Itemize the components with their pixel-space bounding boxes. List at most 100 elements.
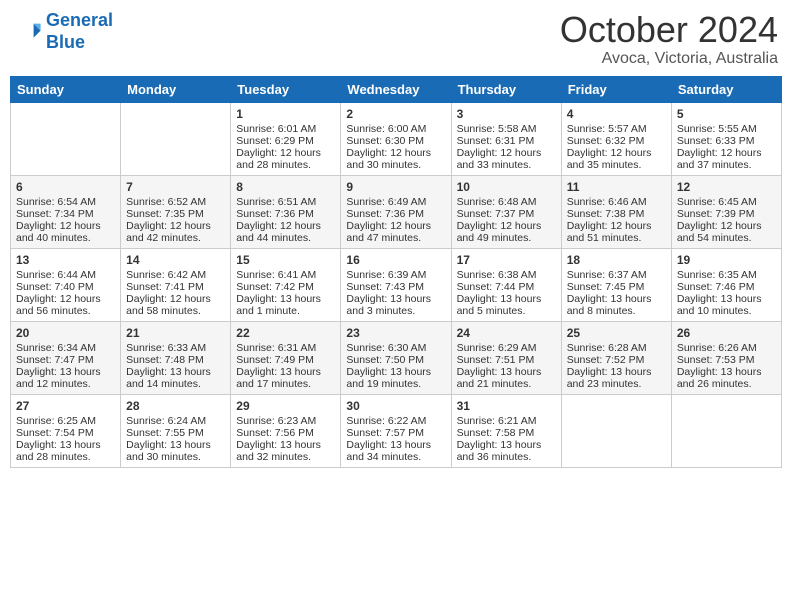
- calendar-cell: 18Sunrise: 6:37 AMSunset: 7:45 PMDayligh…: [561, 248, 671, 321]
- calendar-cell: [561, 394, 671, 467]
- calendar-cell: 13Sunrise: 6:44 AMSunset: 7:40 PMDayligh…: [11, 248, 121, 321]
- sunrise-text: Sunrise: 6:46 AM: [567, 196, 666, 208]
- sunrise-text: Sunrise: 6:00 AM: [346, 123, 445, 135]
- sunrise-text: Sunrise: 5:58 AM: [457, 123, 556, 135]
- sunrise-text: Sunrise: 6:21 AM: [457, 415, 556, 427]
- sunrise-text: Sunrise: 6:26 AM: [677, 342, 776, 354]
- daylight-text: Daylight: 13 hours and 34 minutes.: [346, 439, 445, 463]
- daylight-text: Daylight: 12 hours and 56 minutes.: [16, 293, 115, 317]
- calendar-cell: 6Sunrise: 6:54 AMSunset: 7:34 PMDaylight…: [11, 175, 121, 248]
- sunset-text: Sunset: 7:35 PM: [126, 208, 225, 220]
- sunrise-text: Sunrise: 6:23 AM: [236, 415, 335, 427]
- logo: General Blue: [14, 10, 113, 53]
- day-number: 20: [16, 326, 115, 340]
- calendar-cell: 8Sunrise: 6:51 AMSunset: 7:36 PMDaylight…: [231, 175, 341, 248]
- weekday-header: Tuesday: [231, 76, 341, 102]
- calendar-cell: 11Sunrise: 6:46 AMSunset: 7:38 PMDayligh…: [561, 175, 671, 248]
- daylight-text: Daylight: 13 hours and 1 minute.: [236, 293, 335, 317]
- logo-line1: General: [46, 10, 113, 30]
- sunset-text: Sunset: 6:29 PM: [236, 135, 335, 147]
- title-block: October 2024 Avoca, Victoria, Australia: [560, 10, 778, 68]
- calendar-cell: 16Sunrise: 6:39 AMSunset: 7:43 PMDayligh…: [341, 248, 451, 321]
- daylight-text: Daylight: 13 hours and 30 minutes.: [126, 439, 225, 463]
- sunrise-text: Sunrise: 6:35 AM: [677, 269, 776, 281]
- calendar-cell: 22Sunrise: 6:31 AMSunset: 7:49 PMDayligh…: [231, 321, 341, 394]
- sunrise-text: Sunrise: 6:54 AM: [16, 196, 115, 208]
- day-number: 11: [567, 180, 666, 194]
- day-number: 31: [457, 399, 556, 413]
- calendar-table: SundayMondayTuesdayWednesdayThursdayFrid…: [10, 76, 782, 468]
- daylight-text: Daylight: 13 hours and 28 minutes.: [16, 439, 115, 463]
- daylight-text: Daylight: 13 hours and 32 minutes.: [236, 439, 335, 463]
- daylight-text: Daylight: 12 hours and 51 minutes.: [567, 220, 666, 244]
- sunset-text: Sunset: 6:32 PM: [567, 135, 666, 147]
- daylight-text: Daylight: 13 hours and 8 minutes.: [567, 293, 666, 317]
- calendar-cell: 17Sunrise: 6:38 AMSunset: 7:44 PMDayligh…: [451, 248, 561, 321]
- day-number: 2: [346, 107, 445, 121]
- sunrise-text: Sunrise: 5:55 AM: [677, 123, 776, 135]
- sunrise-text: Sunrise: 6:28 AM: [567, 342, 666, 354]
- calendar-week-row: 20Sunrise: 6:34 AMSunset: 7:47 PMDayligh…: [11, 321, 782, 394]
- daylight-text: Daylight: 13 hours and 10 minutes.: [677, 293, 776, 317]
- sunset-text: Sunset: 7:41 PM: [126, 281, 225, 293]
- calendar-cell: 20Sunrise: 6:34 AMSunset: 7:47 PMDayligh…: [11, 321, 121, 394]
- daylight-text: Daylight: 13 hours and 26 minutes.: [677, 366, 776, 390]
- daylight-text: Daylight: 12 hours and 49 minutes.: [457, 220, 556, 244]
- day-number: 26: [677, 326, 776, 340]
- calendar-week-row: 27Sunrise: 6:25 AMSunset: 7:54 PMDayligh…: [11, 394, 782, 467]
- sunrise-text: Sunrise: 6:38 AM: [457, 269, 556, 281]
- sunset-text: Sunset: 7:49 PM: [236, 354, 335, 366]
- calendar-cell: 24Sunrise: 6:29 AMSunset: 7:51 PMDayligh…: [451, 321, 561, 394]
- day-number: 25: [567, 326, 666, 340]
- calendar-cell: 7Sunrise: 6:52 AMSunset: 7:35 PMDaylight…: [121, 175, 231, 248]
- day-number: 15: [236, 253, 335, 267]
- day-number: 24: [457, 326, 556, 340]
- day-number: 3: [457, 107, 556, 121]
- day-number: 12: [677, 180, 776, 194]
- sunset-text: Sunset: 7:55 PM: [126, 427, 225, 439]
- sunset-text: Sunset: 7:50 PM: [346, 354, 445, 366]
- sunset-text: Sunset: 7:56 PM: [236, 427, 335, 439]
- daylight-text: Daylight: 13 hours and 3 minutes.: [346, 293, 445, 317]
- calendar-cell: 30Sunrise: 6:22 AMSunset: 7:57 PMDayligh…: [341, 394, 451, 467]
- sunrise-text: Sunrise: 6:30 AM: [346, 342, 445, 354]
- weekday-header: Saturday: [671, 76, 781, 102]
- calendar-cell: [11, 102, 121, 175]
- calendar-week-row: 1Sunrise: 6:01 AMSunset: 6:29 PMDaylight…: [11, 102, 782, 175]
- calendar-cell: 2Sunrise: 6:00 AMSunset: 6:30 PMDaylight…: [341, 102, 451, 175]
- day-number: 28: [126, 399, 225, 413]
- sunset-text: Sunset: 7:47 PM: [16, 354, 115, 366]
- daylight-text: Daylight: 12 hours and 58 minutes.: [126, 293, 225, 317]
- calendar-cell: 12Sunrise: 6:45 AMSunset: 7:39 PMDayligh…: [671, 175, 781, 248]
- sunset-text: Sunset: 7:37 PM: [457, 208, 556, 220]
- sunrise-text: Sunrise: 6:44 AM: [16, 269, 115, 281]
- sunrise-text: Sunrise: 6:41 AM: [236, 269, 335, 281]
- calendar-header-row: SundayMondayTuesdayWednesdayThursdayFrid…: [11, 76, 782, 102]
- sunrise-text: Sunrise: 6:29 AM: [457, 342, 556, 354]
- calendar-cell: 31Sunrise: 6:21 AMSunset: 7:58 PMDayligh…: [451, 394, 561, 467]
- day-number: 23: [346, 326, 445, 340]
- weekday-header: Thursday: [451, 76, 561, 102]
- daylight-text: Daylight: 13 hours and 21 minutes.: [457, 366, 556, 390]
- calendar-cell: 29Sunrise: 6:23 AMSunset: 7:56 PMDayligh…: [231, 394, 341, 467]
- daylight-text: Daylight: 12 hours and 44 minutes.: [236, 220, 335, 244]
- daylight-text: Daylight: 12 hours and 35 minutes.: [567, 147, 666, 171]
- calendar-cell: 15Sunrise: 6:41 AMSunset: 7:42 PMDayligh…: [231, 248, 341, 321]
- day-number: 13: [16, 253, 115, 267]
- calendar-week-row: 13Sunrise: 6:44 AMSunset: 7:40 PMDayligh…: [11, 248, 782, 321]
- daylight-text: Daylight: 13 hours and 19 minutes.: [346, 366, 445, 390]
- sunset-text: Sunset: 7:57 PM: [346, 427, 445, 439]
- daylight-text: Daylight: 13 hours and 14 minutes.: [126, 366, 225, 390]
- daylight-text: Daylight: 12 hours and 30 minutes.: [346, 147, 445, 171]
- weekday-header: Friday: [561, 76, 671, 102]
- logo-line2: Blue: [46, 32, 85, 52]
- day-number: 4: [567, 107, 666, 121]
- sunset-text: Sunset: 7:43 PM: [346, 281, 445, 293]
- calendar-cell: 1Sunrise: 6:01 AMSunset: 6:29 PMDaylight…: [231, 102, 341, 175]
- daylight-text: Daylight: 13 hours and 17 minutes.: [236, 366, 335, 390]
- sunrise-text: Sunrise: 6:49 AM: [346, 196, 445, 208]
- sunset-text: Sunset: 7:34 PM: [16, 208, 115, 220]
- daylight-text: Daylight: 12 hours and 47 minutes.: [346, 220, 445, 244]
- day-number: 7: [126, 180, 225, 194]
- sunrise-text: Sunrise: 6:42 AM: [126, 269, 225, 281]
